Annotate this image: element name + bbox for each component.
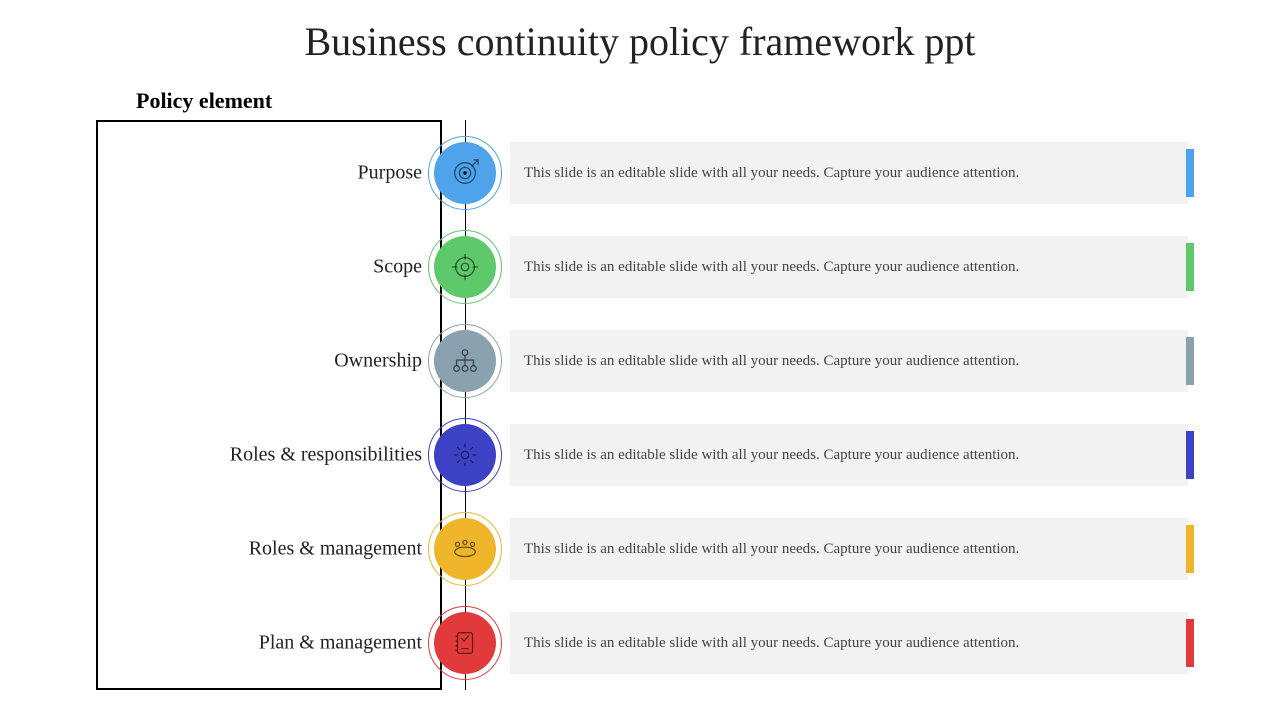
row-label: Ownership (334, 350, 422, 373)
plan-book-icon (434, 612, 496, 674)
row-label: Purpose (358, 162, 422, 185)
slide-subtitle: Policy element (136, 88, 272, 114)
row-desc: This slide is an editable slide with all… (510, 330, 1188, 392)
crosshair-icon (434, 236, 496, 298)
row-label: Plan & management (259, 632, 422, 655)
row-desc: This slide is an editable slide with all… (510, 612, 1188, 674)
row-plan-management: Plan & management This slide is an edita… (0, 608, 1280, 678)
meeting-icon (434, 518, 496, 580)
row-scope: Scope This slide is an editable slide wi… (0, 232, 1280, 302)
row-roles-management: Roles & management This slide is an edit… (0, 514, 1280, 584)
row-desc: This slide is an editable slide with all… (510, 518, 1188, 580)
row-desc: This slide is an editable slide with all… (510, 424, 1188, 486)
end-bar (1186, 149, 1194, 197)
row-ownership: Ownership This slide is an editable slid… (0, 326, 1280, 396)
slide-title: Business continuity policy framework ppt (0, 18, 1280, 65)
icon-wrap (434, 424, 496, 486)
icon-wrap (434, 236, 496, 298)
row-label: Roles & management (249, 538, 422, 561)
row-label: Scope (373, 256, 422, 279)
end-bar (1186, 337, 1194, 385)
end-bar (1186, 431, 1194, 479)
row-desc: This slide is an editable slide with all… (510, 142, 1188, 204)
icon-wrap (434, 330, 496, 392)
end-bar (1186, 525, 1194, 573)
slide: Business continuity policy framework ppt… (0, 0, 1280, 720)
icon-wrap (434, 518, 496, 580)
icon-wrap (434, 142, 496, 204)
row-label: Roles & responsibilities (230, 444, 422, 467)
org-chart-icon (434, 330, 496, 392)
icon-wrap (434, 612, 496, 674)
end-bar (1186, 243, 1194, 291)
gear-icon (434, 424, 496, 486)
row-desc: This slide is an editable slide with all… (510, 236, 1188, 298)
row-roles-responsibilities: Roles & responsibilities This slide is a… (0, 420, 1280, 490)
row-purpose: Purpose This slide is an editable slide … (0, 138, 1280, 208)
target-arrow-icon (434, 142, 496, 204)
end-bar (1186, 619, 1194, 667)
